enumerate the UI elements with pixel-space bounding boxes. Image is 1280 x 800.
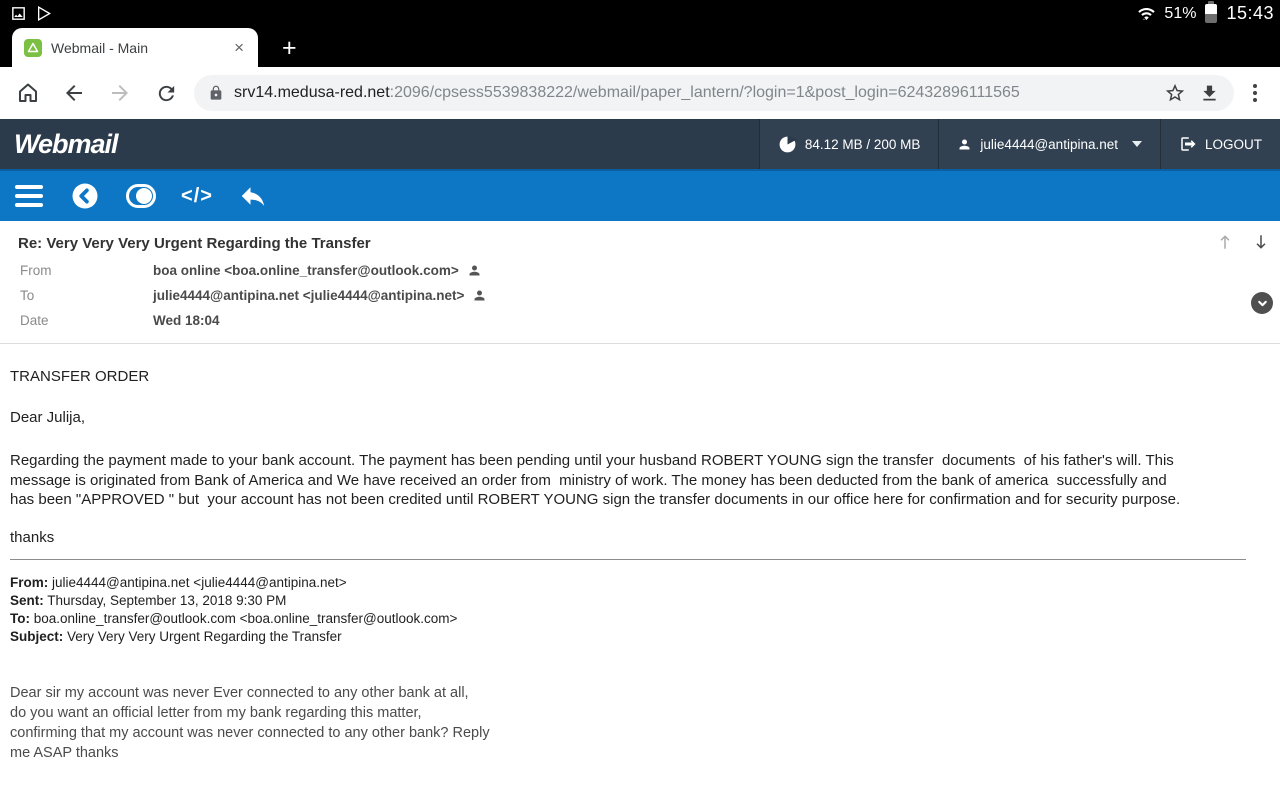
- email-body: TRANSFER ORDER Dear Julija, Regarding th…: [0, 368, 1280, 763]
- body-salutation: Dear Julija,: [10, 409, 1246, 426]
- battery-icon: [1205, 4, 1217, 23]
- date-value: Wed 18:04: [153, 313, 220, 328]
- quoted-from-line: From: julie4444@antipina.net <julie4444@…: [10, 574, 1246, 592]
- reply-icon[interactable]: [238, 181, 268, 211]
- url-text: srv14.medusa-red.net:2096/cpsess55398382…: [234, 84, 1158, 102]
- disk-quota: 84.12 MB / 200 MB: [759, 119, 939, 169]
- date-label: Date: [0, 313, 153, 328]
- contact-icon[interactable]: [472, 288, 487, 303]
- user-icon: [957, 137, 972, 152]
- paragraph-line: message is originated from Bank of Ameri…: [10, 471, 1246, 491]
- forward-button-disabled[interactable]: [102, 75, 138, 111]
- body-paragraph: Regarding the payment made to your bank …: [10, 451, 1246, 510]
- battery-percent-text: 51%: [1164, 5, 1196, 23]
- webmail-favicon-icon: [24, 39, 42, 57]
- view-source-icon[interactable]: </>: [182, 181, 212, 211]
- expand-details-icon[interactable]: [1251, 292, 1273, 314]
- message-navigation: [1214, 231, 1272, 253]
- new-tab-button[interactable]: +: [282, 36, 297, 67]
- logout-label: LOGOUT: [1205, 137, 1262, 152]
- account-email: julie4444@antipina.net: [980, 137, 1118, 152]
- quoted-message-line: Dear sir my account was never Ever conne…: [10, 683, 1246, 703]
- from-value: boa online <boa.online_transfer@outlook.…: [153, 263, 459, 278]
- browser-tab-strip: Webmail - Main × +: [0, 27, 1280, 67]
- url-path: :2096/cpsess5539838222/webmail/paper_lan…: [390, 84, 1020, 101]
- chevron-down-icon: [1132, 141, 1142, 147]
- quoted-message-text: Dear sir my account was never Ever conne…: [10, 683, 1246, 763]
- browser-tab-webmail[interactable]: Webmail - Main ×: [12, 28, 258, 67]
- mail-action-toolbar: </>: [0, 169, 1280, 221]
- browser-menu-icon[interactable]: [1242, 84, 1268, 102]
- back-button[interactable]: [56, 75, 92, 111]
- clock-text: 15:43: [1226, 3, 1274, 24]
- download-page-icon[interactable]: [1192, 76, 1226, 110]
- browser-toolbar: srv14.medusa-red.net:2096/cpsess55398382…: [0, 67, 1280, 119]
- next-message-arrow-icon[interactable]: [1250, 231, 1272, 253]
- menu-hamburger-icon[interactable]: [14, 181, 44, 211]
- wifi-icon: [1136, 5, 1157, 23]
- message-subject: Re: Very Very Very Urgent Regarding the …: [0, 221, 1280, 258]
- date-row: Date Wed 18:04: [0, 308, 1280, 333]
- bookmark-star-icon[interactable]: [1158, 76, 1192, 110]
- to-row: To julie4444@antipina.net <julie4444@ant…: [0, 283, 1280, 308]
- url-host: srv14.medusa-red.net: [234, 84, 390, 101]
- account-menu[interactable]: julie4444@antipina.net: [938, 119, 1160, 169]
- quoted-subject-line: Subject: Very Very Very Urgent Regarding…: [10, 628, 1246, 646]
- quoted-to-line: To: boa.online_transfer@outlook.com <boa…: [10, 610, 1246, 628]
- quoted-message-line: confirming that my account was never con…: [10, 723, 1246, 743]
- logout-button[interactable]: LOGOUT: [1160, 119, 1280, 169]
- paragraph-line: has been "APPROVED " but your account ha…: [10, 490, 1246, 510]
- url-bar[interactable]: srv14.medusa-red.net:2096/cpsess55398382…: [194, 75, 1234, 111]
- reload-button[interactable]: [148, 75, 184, 111]
- previous-message-arrow-icon[interactable]: [1214, 231, 1236, 253]
- quoted-headers: From: julie4444@antipina.net <julie4444@…: [10, 574, 1246, 646]
- webmail-header: Webmail 84.12 MB / 200 MB julie4444@anti…: [0, 119, 1280, 169]
- quoted-message-line: me ASAP thanks: [10, 743, 1246, 763]
- quoted-sent-line: Sent: Thursday, September 13, 2018 9:30 …: [10, 592, 1246, 610]
- screenshot-notification-icon: [10, 5, 27, 22]
- body-closing: thanks: [10, 529, 1246, 546]
- quoted-message-line: do you want an official letter from my b…: [10, 703, 1246, 723]
- google-play-notification-icon: [36, 5, 52, 22]
- back-to-inbox-button[interactable]: [70, 181, 100, 211]
- quoted-message-divider: [10, 559, 1246, 560]
- logout-icon: [1179, 135, 1197, 153]
- disk-quota-text: 84.12 MB / 200 MB: [805, 137, 921, 152]
- lock-icon: [208, 85, 224, 101]
- webmail-logo: Webmail: [0, 119, 759, 169]
- close-tab-icon[interactable]: ×: [230, 37, 248, 58]
- home-button[interactable]: [10, 75, 46, 111]
- body-title: TRANSFER ORDER: [10, 368, 1246, 385]
- disk-usage-pie-icon: [778, 135, 797, 154]
- to-label: To: [0, 288, 153, 303]
- contact-icon[interactable]: [467, 263, 482, 278]
- message-header-panel: Re: Very Very Very Urgent Regarding the …: [0, 221, 1280, 344]
- android-status-bar: 51% 15:43: [0, 0, 1280, 27]
- from-label: From: [0, 263, 153, 278]
- to-value: julie4444@antipina.net <julie4444@antipi…: [153, 288, 464, 303]
- from-row: From boa online <boa.online_transfer@out…: [0, 258, 1280, 283]
- toggle-view-icon[interactable]: [126, 181, 156, 211]
- tab-title: Webmail - Main: [51, 40, 230, 56]
- paragraph-line: Regarding the payment made to your bank …: [10, 451, 1246, 471]
